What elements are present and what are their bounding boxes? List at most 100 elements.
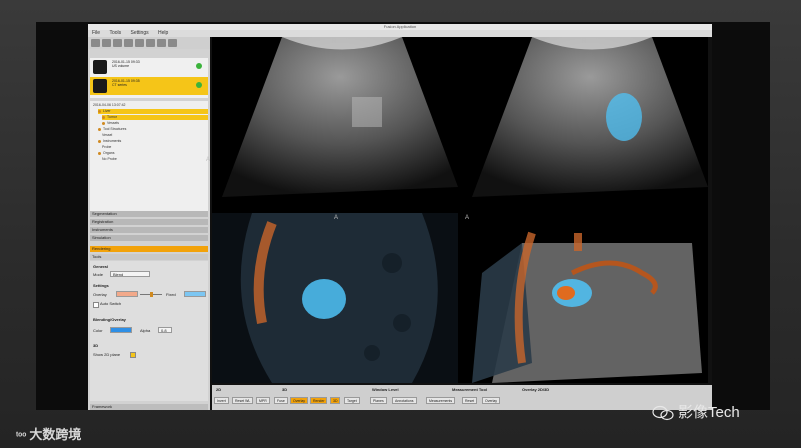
viewport-3d[interactable]: A (462, 213, 708, 383)
fuse-button[interactable]: Fuse (274, 397, 288, 404)
alpha-input[interactable]: 0.8 (158, 327, 172, 333)
mode-label: Mode (93, 272, 104, 277)
section-rendering[interactable]: Rendering (90, 246, 208, 252)
tree-node[interactable]: Instruments (98, 139, 121, 144)
tree-node[interactable]: Probe (102, 145, 111, 150)
rendering-panel: General Mode Blend Settings Overlay Fixe… (90, 261, 208, 401)
single-view-icon[interactable] (135, 39, 144, 47)
structure-icon (98, 127, 101, 131)
fixed-color-label: Fixed (166, 292, 176, 297)
overlay-button[interactable]: Overlay (482, 397, 501, 404)
reset-wl-button[interactable]: Reset WL (232, 397, 254, 404)
menu-file[interactable]: File (92, 30, 100, 36)
tree-node[interactable]: No Probe (102, 157, 117, 162)
section-instruments[interactable]: Instruments (90, 227, 208, 233)
planes-button[interactable]: Planes (370, 397, 387, 404)
annotations-button[interactable]: Annotations (392, 397, 417, 404)
toolbar (88, 37, 210, 49)
show-plane-label: Show 2D plane (93, 352, 121, 357)
organ-icon (98, 151, 101, 155)
orientation-label: R (582, 39, 587, 45)
fixed-color-swatch[interactable] (184, 291, 206, 297)
tree-node-tumor[interactable]: Tumor (102, 115, 208, 120)
section-simulation[interactable]: Simulation (90, 235, 208, 241)
watermark-right: 影像Tech (652, 401, 740, 422)
target-icon[interactable] (157, 39, 166, 47)
tree-node[interactable]: Tool Structures (98, 127, 126, 132)
auto-switch-checkbox[interactable] (93, 302, 99, 308)
application-window: Fusion Application File Tools Settings H… (88, 24, 712, 410)
tree-node[interactable]: Vessels (102, 121, 119, 126)
tree-node[interactable]: Vessel (102, 133, 112, 138)
tree-node[interactable]: Organs (98, 151, 114, 156)
camera-icon[interactable] (146, 39, 155, 47)
tree-node-liver[interactable]: Liver (98, 109, 208, 114)
image-name: US volume (112, 64, 130, 68)
3d-render-image (462, 213, 708, 383)
section-registration[interactable]: Registration (90, 219, 208, 225)
scene-tree: 2016-04-06 13:07:42 Liver Tumor Vessels … (90, 101, 208, 211)
vessel-icon (102, 121, 105, 125)
ultrasound-image (222, 37, 458, 197)
image-name: CT series (112, 83, 127, 87)
auto-switch-label: Auto Switch (100, 301, 122, 306)
reset-button[interactable]: Reset (462, 397, 478, 404)
ultrasound-overlay-image (472, 37, 708, 197)
logo-icon: ᵗᵒᵒ (16, 431, 27, 442)
orientation-label: A (206, 157, 211, 163)
viewport-ultrasound-overlay[interactable]: R (462, 37, 708, 209)
render-toggle-button[interactable]: Render (310, 397, 328, 404)
open-folder-icon[interactable] (91, 39, 100, 47)
slider-handle[interactable] (150, 292, 153, 297)
wechat-icon (652, 405, 674, 421)
tumor-icon (102, 115, 105, 119)
organ-icon (98, 109, 101, 113)
menu-settings[interactable]: Settings (131, 30, 149, 36)
alpha-label: Alpha (140, 328, 151, 333)
import-icon[interactable] (113, 39, 122, 47)
viewport-ct[interactable]: A (212, 213, 458, 383)
sidebar: Images Snapshots 2016-01-15 09:33 US vol… (88, 49, 210, 410)
image-thumbnail (93, 79, 107, 93)
mpr-button[interactable]: MPR (256, 397, 270, 404)
overlay-color-label: Overlay (93, 292, 107, 297)
target-button[interactable]: Target (344, 397, 360, 404)
sidebar-tabs: Images Snapshots (90, 51, 140, 66)
overlay-toggle-button[interactable]: Overlay (290, 397, 309, 404)
overlay-color-swatch[interactable] (116, 291, 138, 297)
orientation-label: A (465, 215, 470, 221)
viewport-ultrasound[interactable]: R (212, 37, 458, 209)
group-2d: 2D (216, 387, 222, 392)
save-icon[interactable] (102, 39, 111, 47)
image-list-item[interactable]: 2016-01-15 09:33 US volume (90, 58, 208, 76)
bottom-toolbar: 2D 3D Window Level Measurement Tool Over… (212, 385, 712, 410)
show-plane-checkbox[interactable] (130, 352, 136, 358)
watermark-left: ᵗᵒᵒ 大数跨境 (16, 427, 82, 442)
mode-select[interactable]: Blend (110, 271, 150, 277)
section-segmentation[interactable]: Segmentation (90, 211, 208, 217)
tree-node[interactable]: 2016-04-06 13:07:42 (93, 103, 126, 108)
menu-help[interactable]: Help (158, 30, 168, 36)
group-overlay: Overlay 2D/3D (522, 387, 550, 392)
menu-tools[interactable]: Tools (109, 30, 121, 36)
group-settings: Settings (93, 283, 109, 288)
color-swatch[interactable] (110, 327, 132, 333)
image-list: 2016-01-15 09:33 US volume 2016-01-15 09… (90, 58, 208, 98)
tumor-overlay (302, 279, 346, 319)
tumor-overlay (606, 93, 642, 141)
invert-button[interactable]: Invert (214, 397, 229, 404)
instrument-icon (98, 139, 101, 143)
check-icon (196, 82, 202, 88)
group-measurement: Measurement Tool (452, 387, 488, 392)
image-list-item-selected[interactable]: 2016-01-15 09:35 CT series (90, 77, 208, 95)
vessel-3d (557, 286, 575, 300)
check-icon (196, 63, 202, 69)
group-window-level: Window Level (372, 387, 399, 392)
section-tools[interactable]: Tools (90, 254, 208, 260)
measurements-button[interactable]: Measurements (426, 397, 456, 404)
settings-gear-icon[interactable] (168, 39, 177, 47)
orientation-label: R (332, 39, 337, 45)
grid-layout-icon[interactable] (124, 39, 133, 47)
viewport-grid: R R A A A (206, 37, 708, 383)
3d-toggle-button[interactable]: 3D (330, 397, 341, 404)
